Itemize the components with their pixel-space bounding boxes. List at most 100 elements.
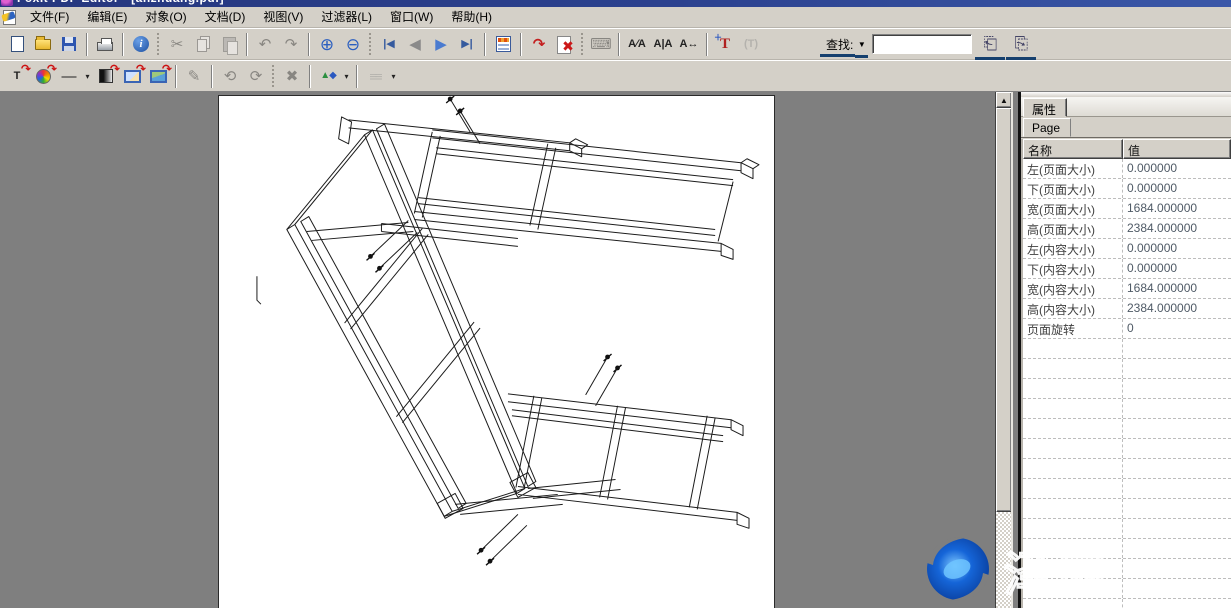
toolbar-button-zoom-in[interactable]: ⊕ (314, 32, 340, 57)
lasso-icon: ✎ (188, 69, 201, 84)
toolbar-button-save[interactable] (56, 32, 82, 57)
property-row-empty (1023, 519, 1231, 539)
narrow-chars-icon: A|A (654, 39, 673, 50)
property-value[interactable]: 0.000000 (1123, 239, 1231, 258)
properties-table: 名称 值 左(页面大小)0.000000下(页面大小)0.000000宽(页面大… (1021, 139, 1231, 608)
property-row-empty (1023, 399, 1231, 419)
find-input[interactable] (872, 34, 972, 54)
toolbar-button-fill-style[interactable] (93, 64, 119, 89)
toolbar-button-info[interactable]: i (128, 32, 154, 57)
column-header-name[interactable]: 名称 (1023, 139, 1123, 159)
toolbar-button-add-text[interactable]: T (4, 64, 30, 89)
property-value[interactable]: 1684.000000 (1123, 279, 1231, 298)
property-name: 高(内容大小) (1023, 299, 1123, 318)
menu-item-edit[interactable]: 编辑(E) (78, 6, 136, 28)
menu-item-filter[interactable]: 过滤器(L) (312, 6, 381, 28)
edit-image-icon (124, 70, 141, 83)
delete-object-icon: ✖ (286, 69, 299, 84)
toolbar-button-new[interactable] (4, 32, 30, 57)
property-value[interactable]: 0.000000 (1123, 259, 1231, 278)
page-layout-icon (496, 36, 511, 52)
property-row[interactable]: 页面旋转0 (1023, 319, 1231, 339)
menu-bar: 文件(F)编辑(E)对象(O)文档(D)视图(V)过滤器(L)窗口(W)帮助(H… (0, 7, 1231, 28)
shapes-dropdown-caret[interactable]: ▾ (341, 64, 352, 89)
vertical-scrollbar[interactable]: ▲ (995, 92, 1011, 608)
toolbar-button-rotate-right: ⟳ (243, 64, 269, 89)
property-value[interactable]: 0 (1123, 319, 1231, 338)
property-value[interactable]: 0.000000 (1123, 179, 1231, 198)
panel-tab-row: Page (1021, 117, 1231, 138)
property-value (1123, 339, 1231, 358)
line-style-dropdown-caret[interactable]: ▾ (82, 64, 93, 89)
toolbar-button-last-page[interactable]: ▶| (454, 32, 480, 57)
property-name (1023, 419, 1123, 438)
toolbar-separator (618, 33, 620, 56)
property-value (1123, 419, 1231, 438)
column-header-value[interactable]: 值 (1123, 139, 1231, 159)
property-row[interactable]: 宽(内容大小)1684.000000 (1023, 279, 1231, 299)
property-row[interactable]: 下(页面大小)0.000000 (1023, 179, 1231, 199)
toolbar-button-page-layout[interactable] (490, 32, 516, 57)
toolbar-button-line-style[interactable]: — (56, 64, 82, 89)
scrollbar-thumb[interactable] (996, 108, 1012, 512)
toolbar-button-prev-page[interactable]: ◀ (402, 32, 428, 57)
toolbar-button-delete-object: ✖ (279, 64, 305, 89)
toolbar-button-next-page[interactable]: ▶ (428, 32, 454, 57)
keyboard-icon: ⌨ (590, 37, 612, 52)
paste-icon (223, 37, 236, 52)
property-row[interactable]: 宽(页面大小)1684.000000 (1023, 199, 1231, 219)
toolbar-button-rotate-page[interactable]: ↷ (526, 32, 552, 57)
toolbar-separator (211, 65, 213, 88)
toolbar-button-char-spacing[interactable]: A↔ (676, 32, 702, 57)
property-row[interactable]: 高(页面大小)2384.000000 (1023, 219, 1231, 239)
toolbar-button-find-next[interactable]: ⎘ (1008, 32, 1034, 57)
property-row[interactable]: 左(页面大小)0.000000 (1023, 159, 1231, 179)
toolbar-button-add-image[interactable] (145, 64, 171, 89)
panel-splitter[interactable] (1011, 92, 1021, 608)
add-color-icon (36, 69, 51, 84)
toolbar-button-print[interactable] (92, 32, 118, 57)
menu-item-view[interactable]: 视图(V) (254, 6, 312, 28)
zoom-in-icon: ⊕ (320, 36, 334, 53)
toolbar-button-edit-image[interactable] (119, 64, 145, 89)
document-canvas[interactable] (0, 92, 995, 608)
properties-table-header: 名称 值 (1023, 139, 1231, 159)
property-row[interactable]: 下(内容大小)0.000000 (1023, 259, 1231, 279)
toolbar-button-open[interactable] (30, 32, 56, 57)
toolbar-button-insert-text[interactable]: T (712, 32, 738, 57)
property-value[interactable]: 1684.000000 (1123, 199, 1231, 218)
tab-properties[interactable]: 属性 (1023, 98, 1067, 117)
toolbar-separator (308, 33, 310, 56)
toolbar-button-add-color[interactable] (30, 64, 56, 89)
document-icon[interactable] (3, 10, 16, 25)
toolbar-button-find-previous[interactable]: ⎗ (977, 32, 1003, 57)
property-value[interactable]: 0.000000 (1123, 159, 1231, 178)
fill-style-icon (99, 69, 113, 83)
menu-item-window[interactable]: 窗口(W) (381, 6, 442, 28)
pdf-page[interactable] (218, 95, 775, 608)
toolbar-button-zoom-out[interactable]: ⊖ (340, 32, 366, 57)
toolbar-button-narrow-chars[interactable]: A|A (650, 32, 676, 57)
main-toolbar: i✂↶↷⊕⊖|◀◀▶▶|↷✖⌨A⁄AA|AA↔T(T) 查找: ▼ ⎗⎘ (0, 28, 1231, 60)
menu-item-file[interactable]: 文件(F) (21, 6, 78, 28)
toolbar-button-first-page[interactable]: |◀ (376, 32, 402, 57)
toolbar-separator (484, 33, 486, 56)
toolbar-button-delete-page[interactable]: ✖ (552, 32, 578, 57)
tab-page[interactable]: Page (1023, 118, 1071, 137)
property-row[interactable]: 高(内容大小)2384.000000 (1023, 299, 1231, 319)
menu-item-document[interactable]: 文档(D) (196, 6, 255, 28)
new-icon (11, 36, 24, 52)
toolbar-button-paste (216, 32, 242, 57)
scroll-up-button[interactable]: ▲ (996, 92, 1012, 108)
toolbar-separator (520, 33, 522, 56)
menu-item-object[interactable]: 对象(O) (136, 6, 195, 28)
property-value[interactable]: 2384.000000 (1123, 299, 1231, 318)
toolbar-button-replace-font[interactable]: A⁄A (624, 32, 650, 57)
menu-item-help[interactable]: 帮助(H) (442, 6, 501, 28)
property-row[interactable]: 左(内容大小)0.000000 (1023, 239, 1231, 259)
toolbar-button-shapes[interactable]: ▲◆ (315, 64, 341, 89)
find-dropdown-caret[interactable]: ▼ (855, 34, 868, 54)
property-name (1023, 339, 1123, 358)
toolbar-grip (156, 33, 160, 56)
property-value[interactable]: 2384.000000 (1123, 219, 1231, 238)
